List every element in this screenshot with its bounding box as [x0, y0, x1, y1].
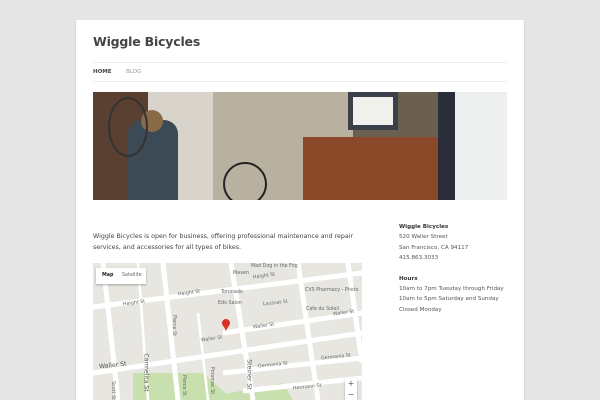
sidebar-hours-title: Hours: [399, 275, 418, 282]
zoom-control: + −: [345, 378, 357, 400]
map-label: Steiner St: [245, 359, 253, 390]
map-label: Edo Salon: [218, 301, 242, 306]
intro-text: Wiggle Bicycles is open for business, of…: [93, 233, 354, 251]
sidebar-business-name: Wiggle Bicycles: [399, 224, 449, 230]
main-nav: Home Blog: [93, 62, 507, 82]
map[interactable]: Haight St Haight St Haight St Waller St …: [93, 263, 362, 400]
map-type-satellite[interactable]: Satellite: [122, 273, 142, 278]
sidebar: Wiggle Bicycles 520 Waller Street San Fr…: [399, 222, 504, 315]
sidebar-city: San Francisco, CA 94117: [399, 244, 469, 251]
header-image: [93, 92, 507, 200]
map-label: Potomac St: [209, 366, 215, 395]
map-label: Cafe du Soleil: [306, 307, 339, 312]
zoom-out-button[interactable]: −: [345, 389, 357, 400]
map-label: Maven: [233, 271, 249, 276]
nav-blog[interactable]: Blog: [126, 69, 141, 75]
sidebar-hours-line: Closed Monday: [399, 306, 442, 313]
map-type-map[interactable]: Map: [102, 273, 113, 278]
map-label: Mad Dog in the Fog: [251, 264, 298, 269]
map-label: Carmelita St: [142, 353, 150, 392]
zoom-in-button[interactable]: +: [345, 378, 357, 389]
sidebar-hours-line: 10am to 5pm Saturday and Sunday: [399, 296, 499, 303]
sidebar-street: 520 Waller Street: [399, 234, 448, 241]
nav-home[interactable]: Home: [93, 69, 112, 75]
map-label: Toronado: [221, 290, 243, 295]
map-label: CVS Pharmacy - Photo: [305, 288, 359, 293]
site-title[interactable]: Wiggle Bicycles: [93, 34, 200, 49]
map-label: Pierce St: [180, 375, 186, 396]
map-label: Scott St: [109, 381, 115, 400]
sidebar-phone: 415.863.3033: [399, 255, 439, 262]
sidebar-hours-line: 10am to 7pm Tuesday through Friday: [399, 286, 504, 293]
map-type-control: Map Satellite: [96, 268, 146, 284]
map-label: Pierce St: [170, 315, 176, 336]
page: Wiggle Bicycles Home Blog Wiggle Bicycle…: [76, 20, 524, 400]
